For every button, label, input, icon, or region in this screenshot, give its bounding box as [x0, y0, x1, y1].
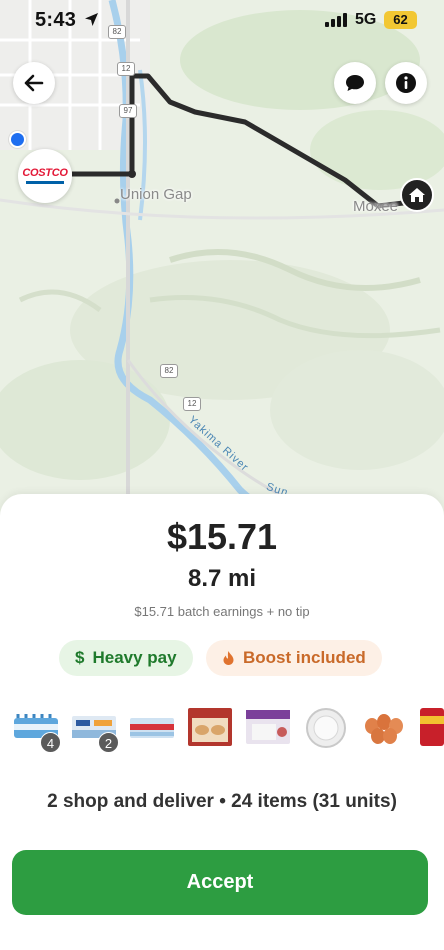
batch-distance: 8.7 mi — [187, 565, 257, 592]
item-quantity-badge: 2 — [98, 732, 119, 753]
dollar-icon: $ — [75, 648, 85, 667]
item-quantity-badge: 4 — [40, 732, 61, 753]
pastry-box-image — [186, 704, 234, 750]
store-marker[interactable]: COSTCO — [18, 149, 72, 203]
back-button[interactable] — [13, 62, 55, 104]
boost-label: Boost included — [243, 648, 366, 667]
item-thumbnail-eggs[interactable] — [360, 704, 408, 750]
batch-offer-sheet: $15.71 8.7 mi $15.71 batch earnings + no… — [0, 494, 444, 950]
heavy-pay-label: Heavy pay — [92, 648, 177, 667]
chat-icon — [346, 75, 364, 91]
item-thumbnails[interactable]: 4 2 — [0, 704, 444, 766]
chat-button[interactable] — [334, 62, 376, 104]
highway-shield: 12 — [183, 397, 201, 411]
item-thumbnail-plates[interactable] — [302, 704, 350, 750]
map-view[interactable]: 82 12 97 82 12 Union Gap Moxee Yakima Ri… — [0, 0, 444, 520]
location-arrow-icon — [85, 13, 98, 26]
battery-icon: 62 — [384, 11, 417, 29]
item-thumbnail-kitchen-box[interactable] — [244, 704, 292, 750]
item-thumbnail-bottled-water[interactable] — [128, 704, 176, 750]
flame-icon — [223, 651, 234, 665]
highway-shield: 12 — [117, 62, 135, 76]
accept-button[interactable]: Accept — [12, 850, 428, 915]
status-time: 5:43 — [35, 9, 77, 31]
store-logo-bar — [26, 181, 64, 184]
network-type: 5G — [355, 11, 377, 28]
signal-bars-icon — [325, 13, 347, 27]
home-icon — [409, 188, 425, 202]
status-bar: 5:43 5G 62 — [0, 0, 444, 44]
info-button[interactable] — [385, 62, 427, 104]
current-location-dot — [9, 131, 26, 148]
bottled-water-image — [128, 704, 176, 750]
delivery-destination-marker[interactable] — [400, 178, 434, 212]
kitchen-product-image — [244, 704, 292, 750]
paper-plates-image — [302, 704, 350, 750]
item-thumbnail-pastries[interactable] — [186, 704, 234, 750]
highway-shield: 97 — [119, 104, 137, 118]
store-logo-text: COSTCO — [22, 167, 68, 179]
earnings-note: $15.71 batch earnings + no tip — [134, 604, 310, 619]
map-label-moxee: Moxee — [353, 198, 399, 215]
back-arrow-icon — [24, 74, 44, 92]
heavy-pay-badge: $ Heavy pay — [59, 640, 193, 676]
batch-summary: 2 shop and deliver • 24 items (31 units) — [47, 791, 397, 812]
eggs-image — [360, 704, 408, 750]
chips-can-image — [418, 704, 444, 750]
batch-pay: $15.71 — [166, 516, 278, 557]
highway-shield: 82 — [160, 364, 178, 378]
map-label-union-gap: Union Gap — [120, 186, 192, 203]
boost-badge: Boost included — [206, 640, 382, 676]
item-thumbnail-chips[interactable] — [418, 704, 444, 750]
info-icon — [396, 73, 416, 93]
